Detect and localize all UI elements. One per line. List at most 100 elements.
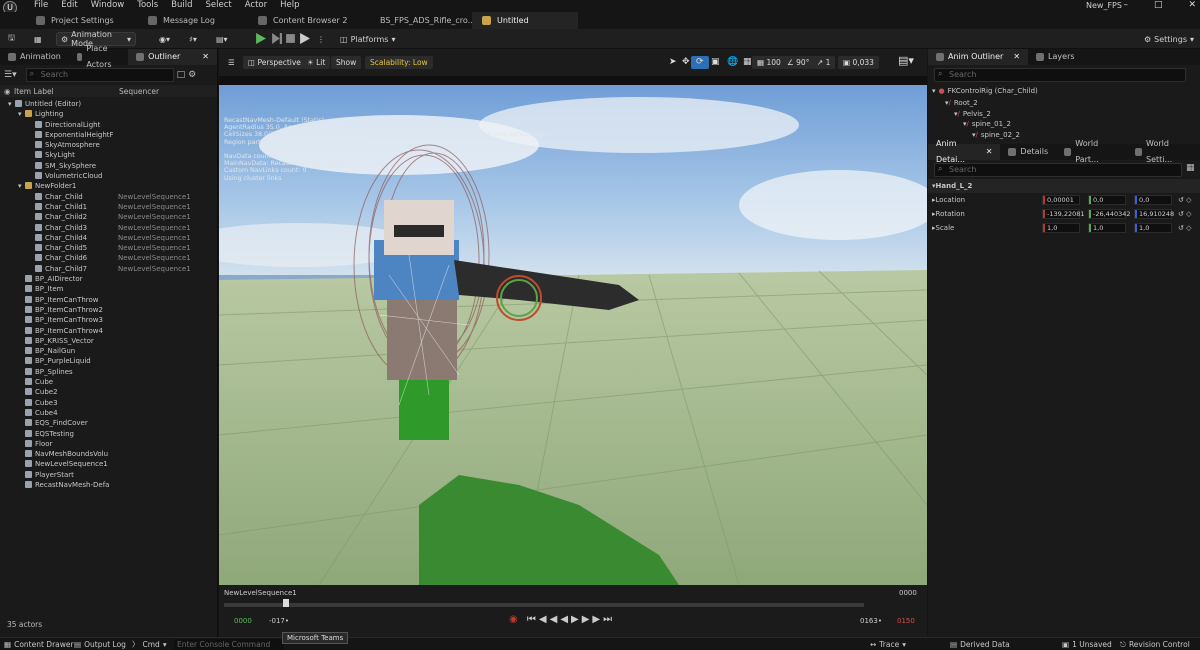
current-frame[interactable]: -017• [269,617,289,625]
outliner-item[interactable]: SM_SkySphere [0,161,217,171]
bone-item[interactable]: ▾ ∕ spine_01_2 [928,119,1200,130]
transform-z-field[interactable]: 0,0 [1134,195,1172,205]
jump-end-icon[interactable]: ⏭ [603,614,615,625]
outliner-item[interactable]: Char_Child5 NewLevelSequence1 [0,243,217,253]
filter-icon[interactable]: ☰▾ [4,70,17,80]
outliner-folder[interactable]: ▾ NewFolder1 [0,181,217,191]
content-icon[interactable]: ▦ [30,32,46,46]
outliner-item[interactable]: Cube3 [0,398,217,408]
tab-anim-outliner[interactable]: Anim Outliner ✕ [928,49,1029,65]
tab-world-settings[interactable]: World Setti... [1127,139,1200,164]
close-icon[interactable]: ✕ [986,144,993,160]
tab-layers[interactable]: Layers [1028,49,1082,65]
details-section-header[interactable]: ▾ Hand_L_2 [928,179,1200,193]
menu-build[interactable]: Build [171,0,192,11]
transform-y-field[interactable]: -26,440342 [1088,209,1131,219]
revision-control-button[interactable]: ⎋ Revision Control [1120,639,1190,650]
platforms-button[interactable]: ◫ Platforms ▾ [336,32,399,46]
stop-icon[interactable] [285,33,296,44]
expand-icon[interactable]: ▾ [18,181,25,191]
settings-button[interactable]: ⚙ Settings ▾ [1140,32,1198,46]
rig-row[interactable]: ▾ ● FKControlRig (Char_Child) [928,84,1200,98]
outliner-item[interactable]: Cube [0,377,217,387]
outliner-item[interactable]: Char_Child6 NewLevelSequence1 [0,253,217,263]
outliner-item[interactable]: BP_AIDirector [0,274,217,284]
play-icon[interactable] [255,33,266,44]
viewport-scene[interactable]: RecastNavMesh-Default (Static) AgentRadi… [219,85,927,585]
outliner-item[interactable]: BP_PurpleLiquid [0,356,217,366]
camera-speed-value[interactable]: ▣ 0,033 [838,56,879,69]
menu-select[interactable]: Select [206,0,232,11]
add-actor-icon[interactable]: ◉▾ [155,32,174,46]
reset-key-icon[interactable]: ↺ ◇ [1178,210,1191,218]
sequencer-timeline[interactable] [224,603,864,607]
lit-button[interactable]: ☀ Lit [302,56,331,69]
outliner-item[interactable]: Char_Child NewLevelSequence1 [0,192,217,202]
tab-message-log[interactable]: Message Log [138,12,248,29]
tab-project-settings[interactable]: Project Settings [26,12,138,29]
playhead-marker[interactable] [283,599,289,607]
outliner-item[interactable]: Char_Child1 NewLevelSequence1 [0,202,217,212]
col-sequencer[interactable]: Sequencer [119,87,159,96]
outliner-item[interactable]: NewLevelSequence1 [0,459,217,469]
transform-x-field[interactable]: 0,00001 [1042,195,1080,205]
outliner-item[interactable]: RecastNavMesh-Defa [0,480,217,490]
level-viewport[interactable]: ☰ ◫ Perspective ☀ Lit Show Scalability: … [219,49,927,637]
outliner-item[interactable]: BP_ItemCanThrow2 [0,305,217,315]
details-search-input[interactable]: Search [934,163,1182,177]
expand-icon[interactable]: ▾ [932,87,936,95]
outliner-item[interactable]: Char_Child2 NewLevelSequence1 [0,212,217,222]
output-log-button[interactable]: ▤ Output Log [74,639,126,650]
menu-edit[interactable]: Edit [61,0,77,11]
outliner-item[interactable]: BP_KRISS_Vector [0,336,217,346]
minimize-icon[interactable]: – [1123,0,1128,10]
scalability-button[interactable]: Scalability: Low [365,56,433,69]
step-back-icon[interactable]: ◀◀ [550,614,571,625]
scale-snap-value[interactable]: ↗ 1 [812,56,836,69]
close-icon[interactable]: ✕ [1188,0,1196,10]
transform-y-field[interactable]: 0,0 [1088,195,1126,205]
show-button[interactable]: Show [331,56,362,69]
add-icon[interactable]: □ [177,70,186,80]
jump-start-icon[interactable]: ⏮ [527,614,539,625]
outliner-item[interactable]: BP_Item [0,284,217,294]
cmd-select[interactable]: 〉 Cmd ▾ [132,639,167,650]
step-forward-icon[interactable]: ▶▶ [582,614,603,625]
bone-item[interactable]: ▾ ∕ Pelvis_2 [928,109,1200,120]
blueprint-icon[interactable]: ♯▾ [185,32,201,46]
close-icon[interactable]: ✕ [1013,49,1020,65]
outliner-item[interactable]: Char_Child4 NewLevelSequence1 [0,233,217,243]
content-drawer-button[interactable]: ▦ Content Drawer [4,639,74,650]
layout-icon[interactable]: ▤▾ [893,54,919,67]
playback-end-frame[interactable]: 0150 [897,617,915,625]
transform-x-field[interactable]: 1,0 [1042,223,1080,233]
outliner-item[interactable]: EQSTesting [0,429,217,439]
tab-content-browser[interactable]: Content Browser 2 [248,12,364,29]
reset-key-icon[interactable]: ↺ ◇ [1178,224,1191,232]
gear-icon[interactable]: ⚙ [188,70,196,80]
tab-anim-details[interactable]: Anim Detai... ✕ [928,139,1001,164]
outliner-item[interactable]: BP_NailGun [0,346,217,356]
tab-details[interactable]: Details [1000,144,1056,160]
tab-blendspace[interactable]: BS_FPS_ADS_Rifle_cro... [364,12,475,29]
outliner-item[interactable]: EQS_FindCover [0,418,217,428]
grid-snap-value[interactable]: ▦ 100 [752,56,786,69]
angle-snap-value[interactable]: ∠ 90° [782,56,815,69]
menu-actor[interactable]: Actor [245,0,267,11]
tab-outliner[interactable]: Outliner ✕ [128,49,217,65]
unsaved-button[interactable]: ▣ 1 Unsaved [1062,639,1112,650]
outliner-item[interactable]: ExponentialHeightF [0,130,217,140]
maximize-icon[interactable]: □ [1154,0,1163,10]
tab-animation[interactable]: Animation [0,49,69,65]
outliner-search-input[interactable]: Search [25,68,174,82]
prev-key-icon[interactable]: ◀ [539,614,550,625]
transform-y-field[interactable]: 1,0 [1088,223,1126,233]
play-options-icon[interactable]: ⋮ [313,32,329,46]
transform-z-field[interactable]: 1,0 [1134,223,1172,233]
transform-z-field[interactable]: 16,910248 [1134,209,1174,219]
outliner-item[interactable]: BP_Splines [0,367,217,377]
anim-outliner-search-input[interactable]: Search [934,68,1186,82]
launch-icon[interactable] [299,33,310,44]
outliner-item[interactable]: SkyAtmosphere [0,140,217,150]
outliner-item[interactable]: Floor [0,439,217,449]
